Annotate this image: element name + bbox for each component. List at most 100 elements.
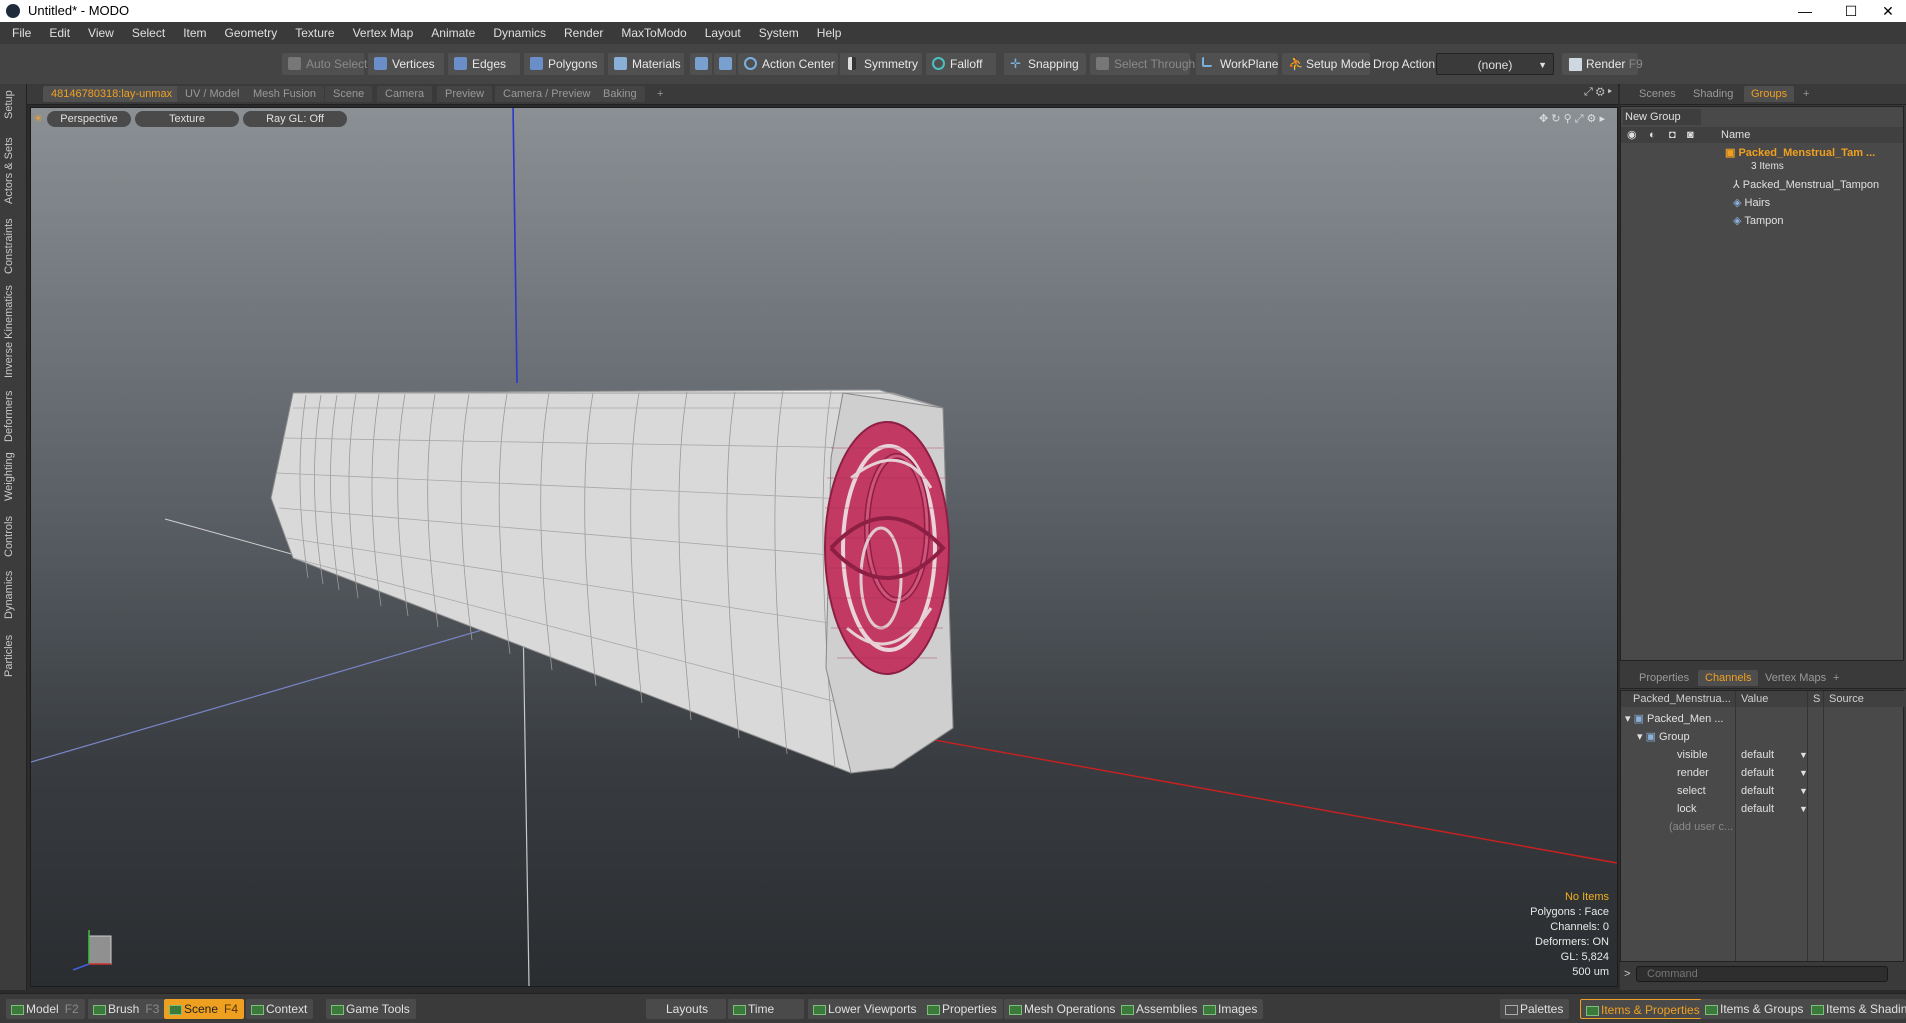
vtab-setup[interactable]: Setup — [3, 88, 23, 122]
add-tab-button[interactable]: + — [649, 86, 671, 102]
channel-group-row[interactable]: ▾ ▣ Group — [1637, 729, 1690, 745]
channel-value-select[interactable]: default ▼ — [1741, 783, 1808, 799]
vtab-actors-sets[interactable]: Actors & Sets — [3, 136, 23, 206]
vtab-deformers[interactable]: Deformers — [3, 390, 23, 442]
time-button[interactable]: Time — [728, 999, 804, 1019]
tab-properties[interactable]: Properties — [1632, 670, 1696, 686]
layout-icon — [11, 1005, 24, 1015]
menu-edit[interactable]: Edit — [40, 22, 79, 44]
action-center-button[interactable]: Action Center — [738, 53, 838, 75]
command-input[interactable] — [1636, 966, 1888, 982]
menu-animate[interactable]: Animate — [422, 22, 484, 44]
tab-scenes[interactable]: Scenes — [1632, 86, 1683, 102]
menu-system[interactable]: System — [750, 22, 808, 44]
menu-dynamics[interactable]: Dynamics — [484, 22, 555, 44]
tab-uv-model[interactable]: UV / Model — [177, 86, 248, 102]
3d-viewport[interactable]: ☀ Perspective Texture Ray GL: Off ✥ ↻ ⚲ … — [30, 107, 1618, 987]
menu-render[interactable]: Render — [555, 22, 612, 44]
close-button[interactable]: ✕ — [1870, 0, 1906, 22]
minimize-button[interactable]: — — [1782, 0, 1828, 22]
select-mode-button-2[interactable] — [714, 53, 736, 75]
group-item-tampon[interactable]: ◈ Tampon — [1733, 213, 1783, 229]
palettes-button[interactable]: Palettes — [1500, 999, 1570, 1019]
layout-icon — [927, 1005, 940, 1015]
menu-file[interactable]: File — [0, 22, 40, 44]
setup-mode-button[interactable]: ⛹ Setup Mode — [1282, 53, 1371, 75]
group-item-hairs[interactable]: ◈ Hairs — [1733, 195, 1770, 211]
new-group-button[interactable]: New Group — [1623, 109, 1701, 125]
select-mode-button-1[interactable] — [690, 53, 712, 75]
images-button[interactable]: Images — [1198, 999, 1264, 1019]
tab-vertex-maps[interactable]: Vertex Maps — [1758, 670, 1833, 686]
brush-layout-button[interactable]: Brush F3 — [88, 999, 166, 1019]
vtab-controls[interactable]: Controls — [3, 514, 23, 560]
menu-vertex-map[interactable]: Vertex Map — [344, 22, 423, 44]
setup-figure-icon: ⛹ — [1288, 56, 1305, 71]
vertices-button[interactable]: Vertices — [368, 53, 444, 75]
workplane-icon — [1202, 57, 1212, 67]
layouts-button[interactable]: Layouts — [646, 999, 726, 1019]
tab-camera[interactable]: Camera — [377, 86, 433, 102]
group-item-packed[interactable]: ⅄ Packed_Menstrual_Tampon — [1733, 177, 1879, 193]
tab-mesh-fusion[interactable]: Mesh Fusion — [245, 86, 324, 102]
symmetry-button[interactable]: Symmetry — [840, 53, 922, 75]
materials-button[interactable]: Materials — [608, 53, 684, 75]
vtab-dynamics[interactable]: Dynamics — [3, 570, 23, 620]
left-tool-strip: Setup Actors & Sets Constraints Inverse … — [0, 84, 27, 990]
vtab-inverse-kinematics[interactable]: Inverse Kinematics — [3, 284, 23, 380]
render-button[interactable]: Render F9 — [1562, 53, 1643, 75]
model-layout-button[interactable]: Model F2 — [6, 999, 85, 1019]
scene-layout-button[interactable]: Scene F4 — [164, 999, 245, 1019]
tab-camera-preview[interactable]: Camera / Preview — [495, 86, 599, 102]
context-layout-button[interactable]: Context — [246, 999, 314, 1019]
tab-preview[interactable]: Preview — [437, 86, 493, 102]
properties-button[interactable]: Properties — [922, 999, 1003, 1019]
channel-value-render[interactable]: default ▼ — [1741, 765, 1808, 781]
tab-groups[interactable]: Groups — [1744, 86, 1795, 102]
vtab-weighting[interactable]: Weighting — [3, 450, 23, 504]
viewport-options-icon[interactable]: ⤢ ⚙ ▸ — [1584, 86, 1612, 99]
edges-button[interactable]: Edges — [448, 53, 520, 75]
crosshair-icon — [744, 57, 757, 70]
menu-texture[interactable]: Texture — [286, 22, 343, 44]
mesh-icon: ◈ — [1733, 197, 1745, 209]
mesh-operations-button[interactable]: Mesh Operations — [1004, 999, 1122, 1019]
auto-select-button[interactable]: Auto Select — [282, 53, 367, 75]
lower-viewports-button[interactable]: Lower Viewports — [808, 999, 923, 1019]
channel-value-lock[interactable]: default ▼ — [1741, 801, 1808, 817]
snapping-button[interactable]: ✛ Snapping — [1004, 53, 1086, 75]
tab-channels[interactable]: Channels — [1698, 670, 1759, 686]
select-through-button[interactable]: Select Through — [1090, 53, 1195, 75]
palette-icon — [1505, 1005, 1518, 1015]
tab-baking[interactable]: Baking — [595, 86, 645, 102]
falloff-button[interactable]: Falloff — [926, 53, 996, 75]
add-panel-tab[interactable]: + — [1796, 86, 1816, 102]
assemblies-button[interactable]: Assemblies — [1116, 999, 1204, 1019]
add-user-channel[interactable]: (add user c... — [1669, 819, 1733, 835]
drop-action-select[interactable]: (none) ▼ — [1436, 53, 1554, 75]
tab-shading[interactable]: Shading — [1686, 86, 1740, 102]
menu-layout[interactable]: Layout — [696, 22, 750, 44]
vtab-particles[interactable]: Particles — [3, 632, 23, 680]
menu-view[interactable]: View — [79, 22, 123, 44]
workplane-button[interactable]: WorkPlane — [1196, 53, 1278, 75]
vtab-constraints[interactable]: Constraints — [3, 216, 23, 276]
polygons-button[interactable]: Polygons — [524, 53, 604, 75]
add-panel-tab[interactable]: + — [1826, 670, 1846, 686]
items-properties-button[interactable]: Items & Properties — [1580, 999, 1707, 1019]
item-mode-icon — [695, 57, 708, 70]
menu-maxtomodo[interactable]: MaxToModo — [612, 22, 695, 44]
menu-item[interactable]: Item — [174, 22, 215, 44]
game-tools-layout-button[interactable]: Game Tools — [326, 999, 416, 1019]
group-root[interactable]: ▣ Packed_Menstrual_Tam ... — [1725, 145, 1875, 161]
menu-help[interactable]: Help — [808, 22, 851, 44]
tab-scene-file[interactable]: 48146780318:lay-unmax — [43, 86, 181, 102]
menu-select[interactable]: Select — [123, 22, 174, 44]
items-groups-button[interactable]: Items & Groups — [1700, 999, 1810, 1019]
channel-item-row[interactable]: ▾ ▣ Packed_Men ... — [1625, 711, 1723, 727]
maximize-button[interactable]: ☐ — [1828, 0, 1874, 22]
menu-geometry[interactable]: Geometry — [216, 22, 287, 44]
channel-value-visible[interactable]: default ▼ — [1741, 747, 1808, 763]
items-shading-button[interactable]: Items & Shading — [1806, 999, 1906, 1019]
tab-scene[interactable]: Scene — [325, 86, 373, 102]
